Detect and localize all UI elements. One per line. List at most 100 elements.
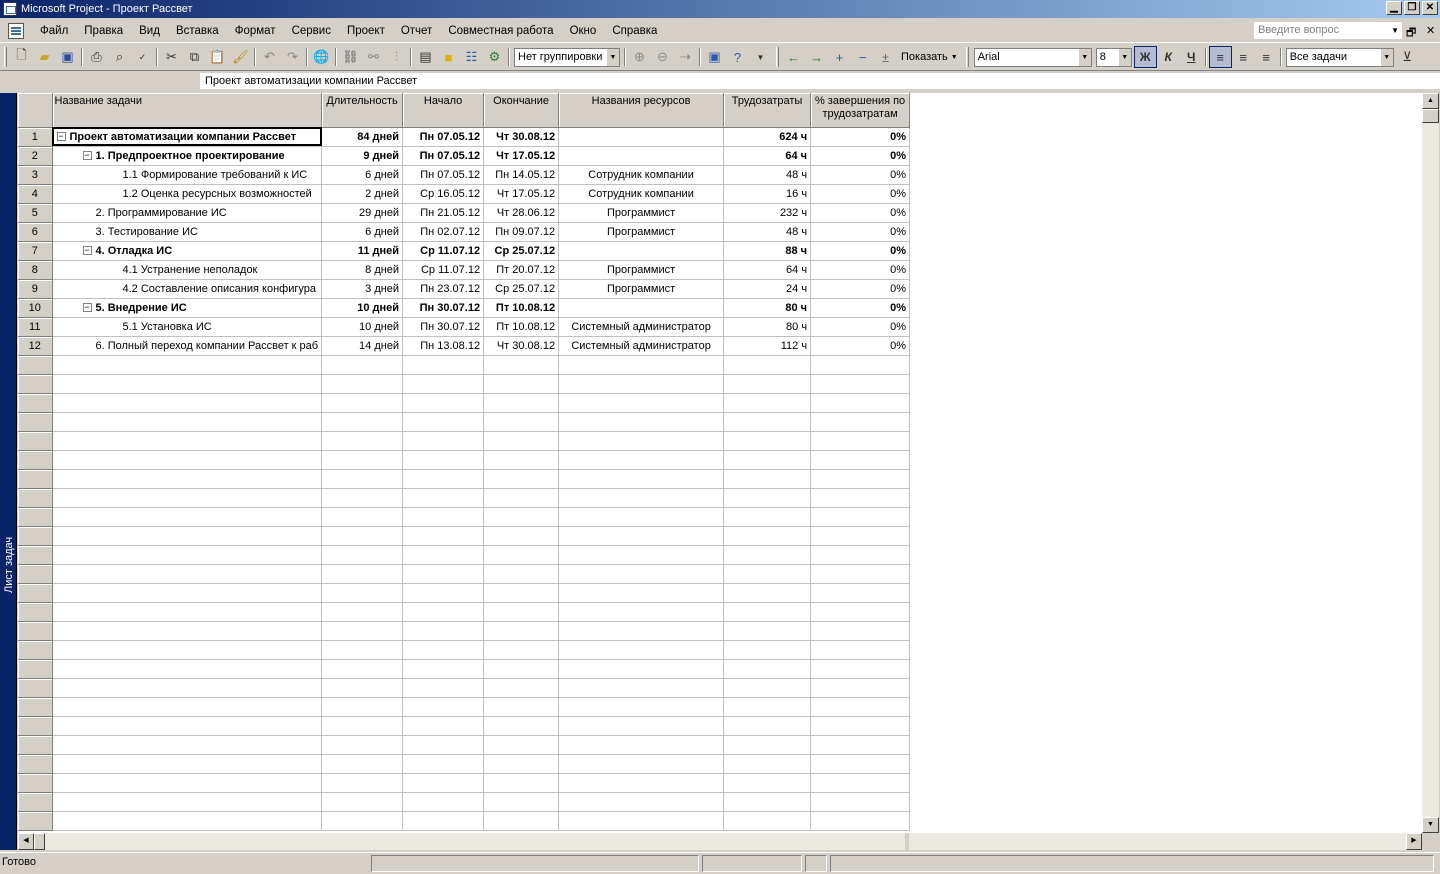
empty-cell[interactable] — [558, 792, 725, 812]
duration-cell[interactable]: 29 дней — [321, 203, 404, 223]
help-icon[interactable]: ? — [726, 46, 749, 68]
row-number-cell[interactable] — [18, 754, 53, 774]
column-header-finish[interactable]: Окончание — [483, 93, 560, 128]
empty-cell[interactable] — [810, 716, 911, 736]
empty-cell[interactable] — [321, 393, 404, 413]
empty-cell[interactable] — [483, 545, 560, 565]
task-name-cell[interactable]: 1.2 Оценка ресурсных возможностей — [52, 184, 323, 204]
hide-subtasks-icon[interactable]: − — [851, 46, 874, 68]
empty-cell[interactable] — [402, 602, 485, 622]
empty-cell[interactable] — [321, 450, 404, 470]
outdent-icon[interactable]: ← — [782, 46, 805, 68]
empty-table-row[interactable] — [18, 450, 911, 470]
empty-cell[interactable] — [402, 393, 485, 413]
empty-cell[interactable] — [810, 412, 911, 432]
select-all-corner[interactable] — [18, 93, 53, 128]
empty-cell[interactable] — [558, 564, 725, 584]
empty-cell[interactable] — [402, 507, 485, 527]
column-header-work[interactable]: Трудозатраты — [723, 93, 812, 128]
empty-cell[interactable] — [558, 526, 725, 546]
empty-cell[interactable] — [723, 659, 812, 679]
empty-cell[interactable] — [558, 374, 725, 394]
empty-cell[interactable] — [483, 393, 560, 413]
percent-work-complete-cell[interactable]: 0% — [810, 317, 911, 337]
empty-cell[interactable] — [483, 621, 560, 641]
empty-cell[interactable] — [558, 735, 725, 755]
empty-cell[interactable] — [321, 621, 404, 641]
view-bar[interactable]: Лист задач — [0, 93, 17, 850]
empty-cell[interactable] — [402, 621, 485, 641]
link-tasks-icon[interactable]: ⛓ — [339, 46, 362, 68]
empty-cell[interactable] — [321, 374, 404, 394]
empty-cell[interactable] — [810, 678, 911, 698]
task-name-cell[interactable]: −5. Внедрение ИС — [52, 298, 323, 318]
resource-names-cell[interactable]: Сотрудник компании — [558, 184, 725, 204]
empty-cell[interactable] — [558, 469, 725, 489]
empty-cell[interactable] — [52, 545, 323, 565]
empty-cell[interactable] — [321, 659, 404, 679]
duration-cell[interactable]: 11 дней — [321, 241, 404, 261]
resource-names-cell[interactable] — [558, 146, 725, 166]
empty-cell[interactable] — [52, 355, 323, 375]
empty-cell[interactable] — [558, 412, 725, 432]
empty-cell[interactable] — [52, 678, 323, 698]
empty-cell[interactable] — [810, 526, 911, 546]
underline-button[interactable]: Ч — [1180, 46, 1203, 68]
empty-cell[interactable] — [321, 792, 404, 812]
row-number-cell[interactable] — [18, 450, 53, 470]
start-cell[interactable]: Пн 21.05.12 — [402, 203, 485, 223]
empty-cell[interactable] — [558, 450, 725, 470]
assign-resources-icon[interactable]: ☷ — [460, 46, 483, 68]
duration-cell[interactable]: 6 дней — [321, 222, 404, 242]
empty-table-row[interactable] — [18, 412, 911, 432]
empty-table-row[interactable] — [18, 564, 911, 584]
empty-table-row[interactable] — [18, 678, 911, 698]
empty-cell[interactable] — [321, 697, 404, 717]
chevron-down-icon[interactable]: ▼ — [1380, 48, 1393, 66]
percent-work-complete-cell[interactable]: 0% — [810, 298, 911, 318]
toolbar-grip[interactable] — [776, 47, 779, 67]
start-cell[interactable]: Пн 13.08.12 — [402, 336, 485, 356]
empty-table-row[interactable] — [18, 659, 911, 679]
empty-cell[interactable] — [723, 602, 812, 622]
empty-cell[interactable] — [52, 754, 323, 774]
percent-work-complete-cell[interactable]: 0% — [810, 336, 911, 356]
table-row[interactable]: 6 3. Тестирование ИС 6 дней Пн 02.07.12 Пн 0… — [18, 222, 911, 242]
empty-cell[interactable] — [321, 412, 404, 432]
menu-report[interactable]: Отчет — [393, 25, 441, 37]
chevron-down-icon[interactable]: ▼ — [1391, 23, 1399, 38]
row-number-cell[interactable] — [18, 564, 53, 584]
empty-table-row[interactable] — [18, 545, 911, 565]
work-cell[interactable]: 64 ч — [723, 146, 812, 166]
row-number-cell[interactable] — [18, 659, 53, 679]
percent-work-complete-cell[interactable]: 0% — [810, 279, 911, 299]
empty-cell[interactable] — [321, 735, 404, 755]
duration-cell[interactable]: 10 дней — [321, 317, 404, 337]
collapse-toggle-icon[interactable]: − — [82, 246, 92, 256]
empty-cell[interactable] — [483, 640, 560, 660]
resource-names-cell[interactable]: Сотрудник компании — [558, 165, 725, 185]
font-combo[interactable]: Arial ▼ — [973, 47, 1092, 67]
table-row[interactable]: 7−4. Отладка ИС 11 дней Ср 11.07.12 Ср 25.0… — [18, 241, 911, 261]
empty-cell[interactable] — [723, 621, 812, 641]
percent-work-complete-cell[interactable]: 0% — [810, 146, 911, 166]
row-number-cell[interactable]: 5 — [18, 203, 53, 223]
restore-button[interactable]: ❐ — [1404, 1, 1420, 15]
empty-cell[interactable] — [321, 545, 404, 565]
empty-cell[interactable] — [810, 773, 911, 793]
empty-cell[interactable] — [483, 374, 560, 394]
resource-names-cell[interactable]: Программист — [558, 222, 725, 242]
empty-cell[interactable] — [402, 792, 485, 812]
empty-cell[interactable] — [723, 678, 812, 698]
row-number-cell[interactable]: 4 — [18, 184, 53, 204]
resource-names-cell[interactable]: Программист — [558, 203, 725, 223]
work-cell[interactable]: 24 ч — [723, 279, 812, 299]
toolbar-grip[interactable] — [965, 47, 969, 67]
empty-cell[interactable] — [321, 355, 404, 375]
toolbar-grip[interactable] — [4, 47, 7, 67]
empty-cell[interactable] — [483, 507, 560, 527]
table-row[interactable]: 3 1.1 Формирование требований к ИС 6 дней П… — [18, 165, 911, 185]
row-number-cell[interactable]: 7 — [18, 241, 53, 261]
empty-cell[interactable] — [558, 697, 725, 717]
empty-cell[interactable] — [402, 469, 485, 489]
